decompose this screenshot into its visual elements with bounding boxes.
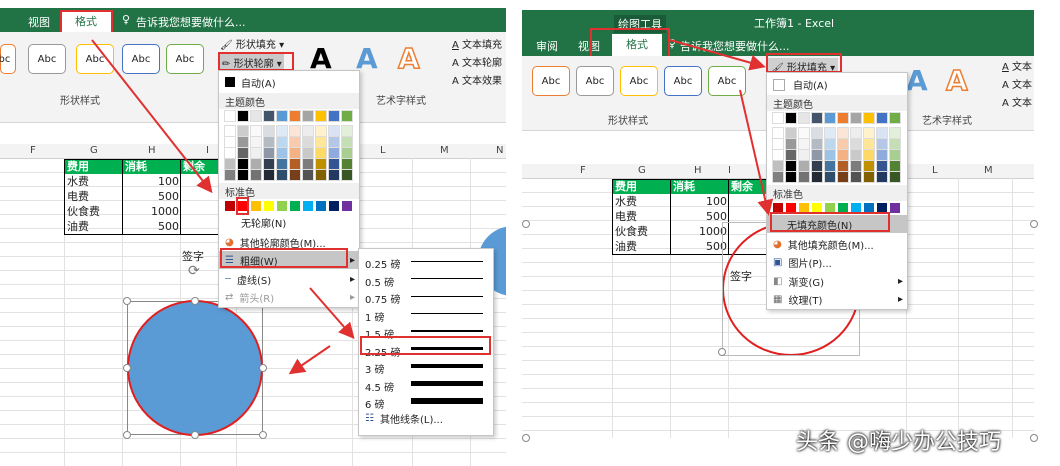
annotation-arrows	[669, 39, 774, 216]
watermark: 头条 @嗨少办公技巧	[796, 424, 1001, 456]
annotation-arrows	[91, 39, 355, 375]
right-screenshot: 绘图工具 工作簿1 - Excel 审阅 视图 格式 ♀ 告诉我您想要做什么..…	[522, 0, 1060, 466]
watermark-text: 头条 @嗨少办公技巧	[796, 430, 1001, 455]
left-screenshot: 视图 格式 ♀ 告诉我您想要做什么... Abc Abc Abc Abc Abc…	[0, 0, 506, 466]
